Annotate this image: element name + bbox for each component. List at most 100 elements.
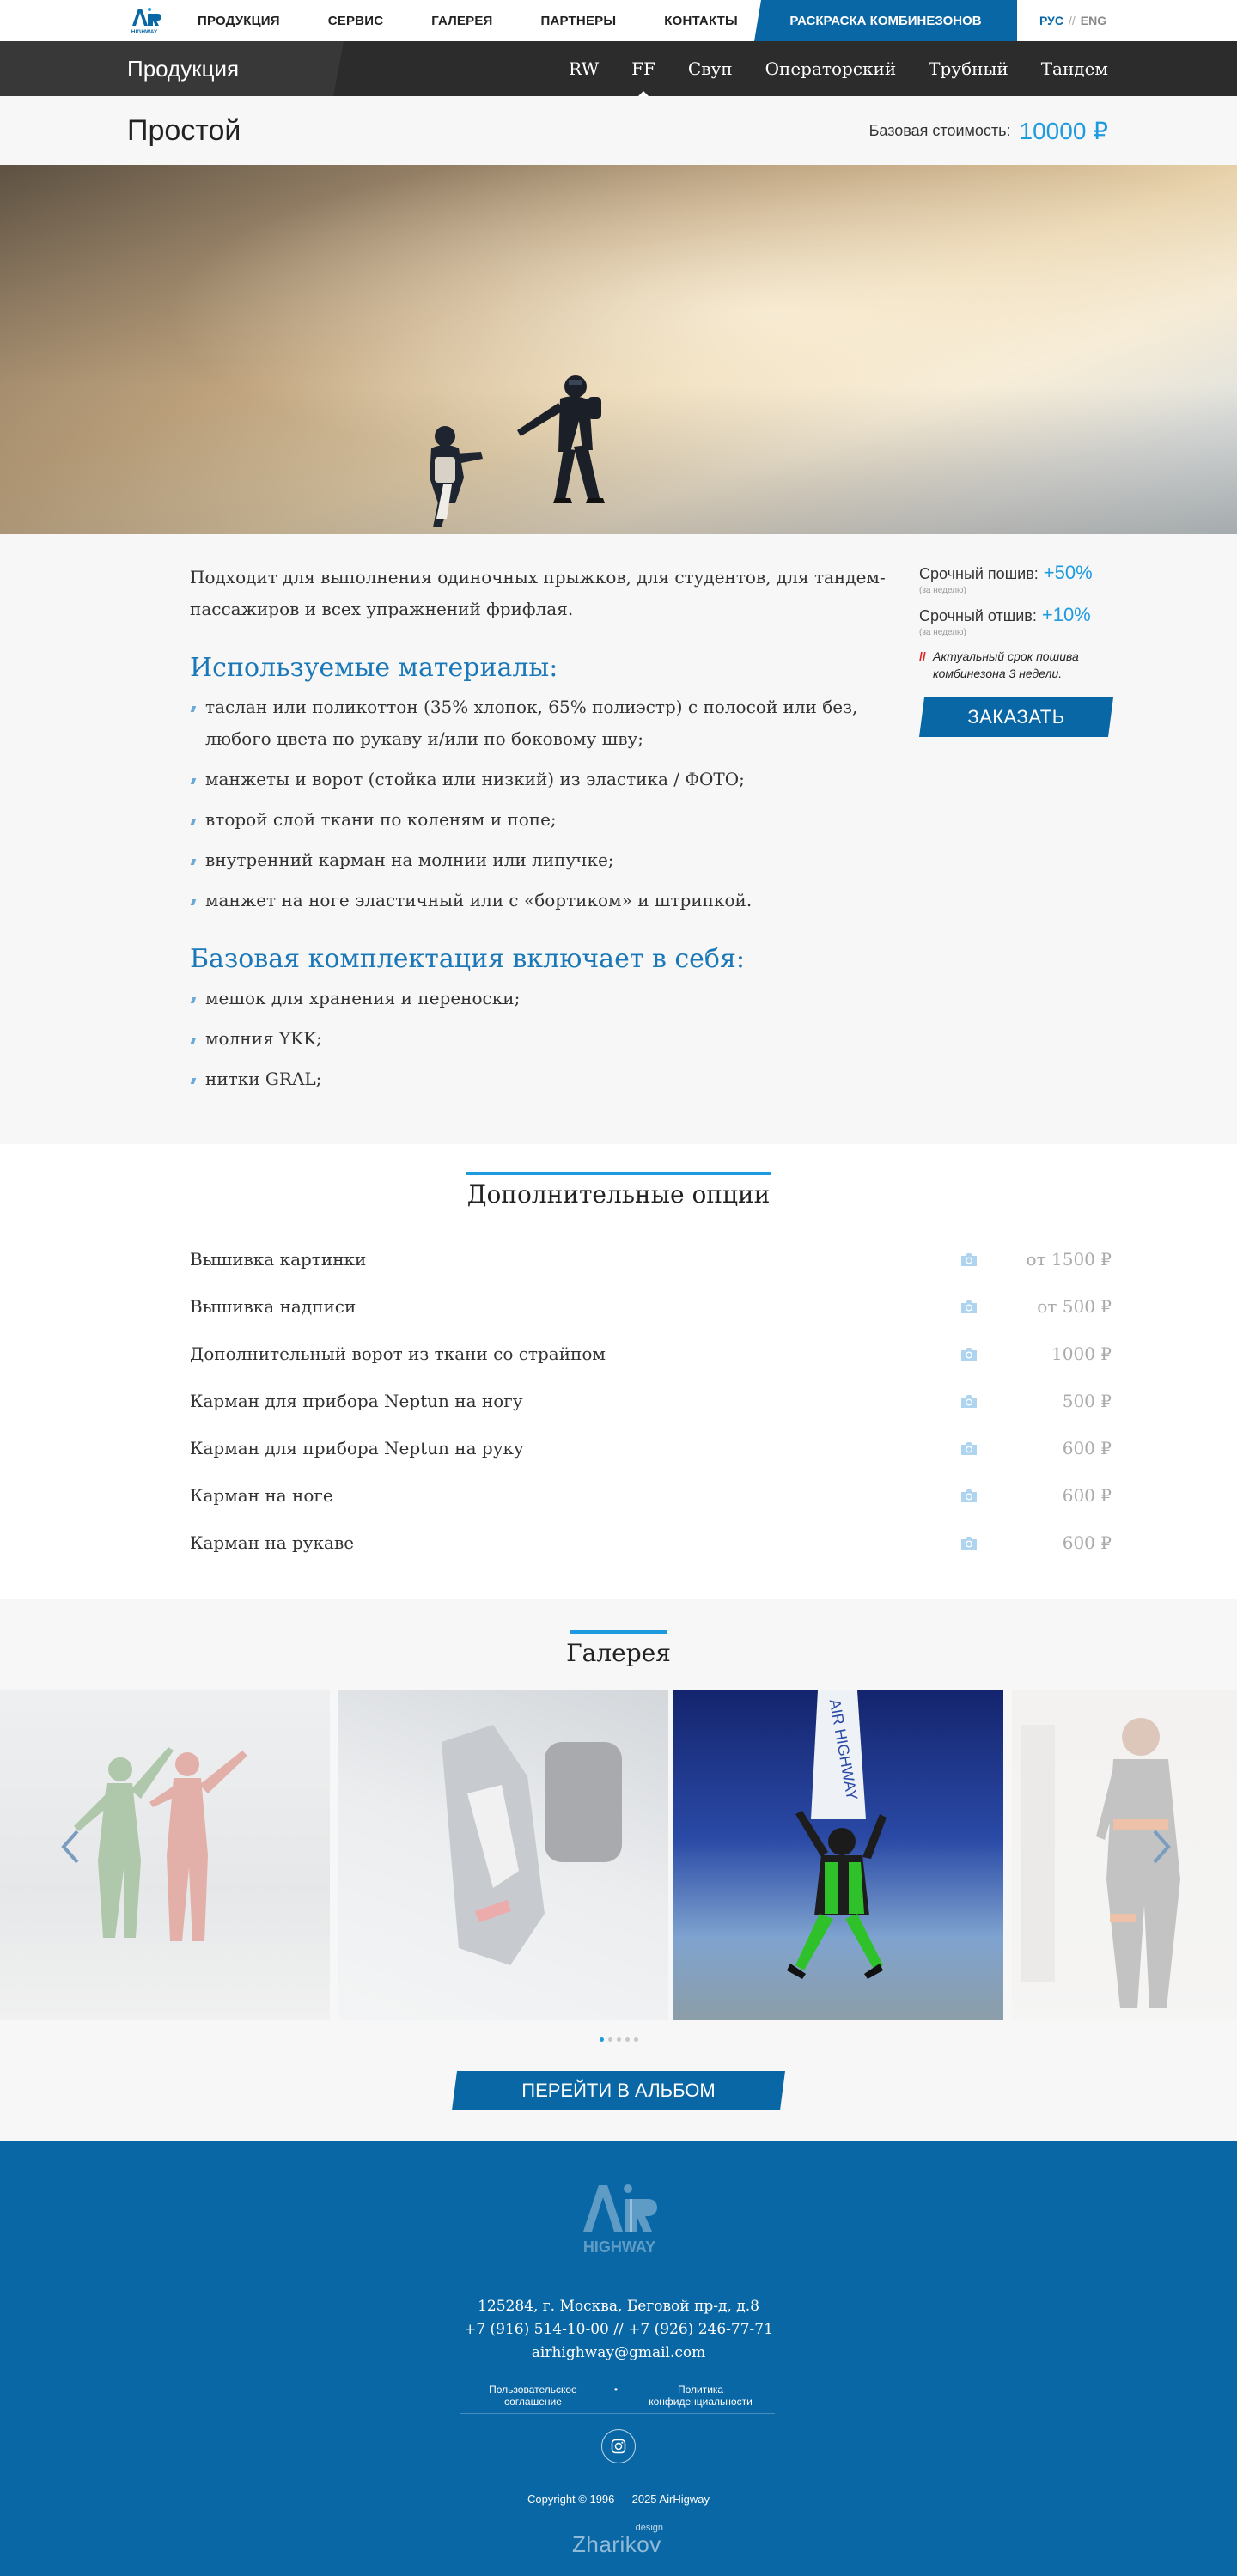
designer-credit[interactable]: design Zharikov (572, 2523, 667, 2557)
go-to-album-button[interactable]: ПЕРЕЙТИ В АЛЬБОМ (452, 2071, 785, 2110)
options-heading: Дополнительные опции (466, 1180, 771, 1209)
option-row: Карман для прибора Neptun на руку 600 ₽ (190, 1424, 1112, 1471)
nav-item-partners[interactable]: ПАРТНЕРЫ (541, 14, 617, 28)
camera-icon[interactable] (960, 1252, 978, 1267)
main-menu: ПРОДУКЦИЯ СЕРВИС ГАЛЕРЕЯ ПАРТНЕРЫ КОНТАК… (198, 0, 786, 41)
address: 125284, г. Москва, Беговой пр-д, д.8 (478, 2298, 759, 2315)
tab-swoop[interactable]: Свуп (688, 58, 733, 79)
tab-rw[interactable]: RW (569, 58, 599, 79)
option-price: 600 ₽ (1062, 1437, 1112, 1459)
list-item: манжеты и ворот (стойка или низкий) из э… (190, 764, 903, 795)
list-item: второй слой ткани по коленям и попе; (190, 804, 903, 836)
designer-name: Zharikov (572, 2531, 661, 2557)
chevron-right-icon[interactable] (1151, 1830, 1172, 1864)
gallery-slide[interactable] (0, 1690, 330, 2020)
product-title-row: Простой Базовая стоимость: 10000 ₽ (0, 96, 1237, 165)
price-label: Базовая стоимость: (868, 121, 1011, 139)
urgent-shipping: Срочный отшив: +10% (919, 604, 1112, 626)
camera-icon[interactable] (960, 1347, 978, 1361)
terms-link[interactable]: Пользовательское соглашение (460, 2384, 606, 2408)
camera-icon[interactable] (960, 1536, 978, 1550)
product-name: Простой (127, 113, 241, 147)
instagram-icon[interactable] (601, 2429, 636, 2463)
gallery-slide[interactable] (338, 1690, 668, 2020)
nav-item-suit-painting[interactable]: РАСКРАСКА КОМБИНЕЗОНОВ (754, 0, 1017, 41)
product-description: Подходит для выполнения одиночных прыжко… (0, 534, 1237, 1144)
logo-text: HIGHWAY (131, 29, 158, 35)
option-name: Вышивка надписи (190, 1295, 356, 1317)
hero-image (0, 165, 1237, 534)
chevron-left-icon[interactable] (60, 1830, 81, 1864)
option-price: 600 ₽ (1062, 1532, 1112, 1553)
order-sidebar: Срочный пошив: +50% (за неделю) Срочный … (919, 562, 1112, 737)
urgent-ship-value: +10% (1041, 604, 1091, 625)
language-switcher: РУС // ENG (1039, 0, 1106, 41)
nav-item-contacts[interactable]: КОНТАКТЫ (664, 14, 738, 28)
price-value: 10000 ₽ (1019, 117, 1108, 144)
option-price: от 1500 ₽ (1026, 1248, 1112, 1270)
camera-icon[interactable] (960, 1394, 978, 1409)
option-row: Дополнительный ворот из ткани со страйпо… (190, 1330, 1112, 1377)
contact-info: 125284, г. Москва, Беговой пр-д, д.8 +7 … (0, 2295, 1237, 2365)
notice-mark: // (919, 649, 926, 663)
option-row: Карман для прибора Neptun на ногу 500 ₽ (190, 1377, 1112, 1424)
urgent-ship-label: Срочный отшив: (919, 607, 1037, 624)
airhighway-logo[interactable]: HIGHWAY (127, 5, 161, 36)
nav-item-products[interactable]: ПРОДУКЦИЯ (198, 14, 280, 28)
carousel-dot[interactable] (616, 2037, 621, 2042)
kit-heading: Базовая комплектация включает в себя: (190, 944, 746, 974)
tab-tunnel[interactable]: Трубный (929, 58, 1008, 79)
intro-text: Подходит для выполнения одиночных прыжко… (190, 567, 886, 619)
list-item: внутренний карман на молнии или липучке; (190, 844, 903, 876)
nav-item-service[interactable]: СЕРВИС (328, 14, 384, 28)
phones[interactable]: +7 (916) 514-10-00 // +7 (926) 246-77-71 (0, 2318, 1237, 2342)
lang-separator: // (1068, 14, 1076, 27)
camera-icon[interactable] (960, 1489, 978, 1503)
heading-underline (570, 1630, 667, 1634)
tab-ff[interactable]: FF (631, 58, 655, 98)
urgent-sew-value: +50% (1043, 562, 1093, 583)
lead-time-notice: // Актуальный срок пошива комбинезона 3 … (919, 648, 1112, 682)
option-name: Карман для прибора Neptun на ногу (190, 1390, 523, 1411)
camera-icon[interactable] (960, 1300, 978, 1314)
carousel-dot[interactable] (625, 2037, 630, 2042)
tab-camera[interactable]: Операторский (765, 58, 897, 79)
privacy-link[interactable]: Политика конфиденциальности (626, 2384, 775, 2408)
copyright: Copyright © 1996 — 2025 AirHigway (527, 2493, 710, 2506)
order-button[interactable]: ЗАКАЗАТЬ (919, 697, 1113, 737)
gallery-heading-block: Галерея (0, 1630, 1237, 1667)
option-price: 1000 ₽ (1051, 1343, 1112, 1364)
heading-underline (466, 1172, 771, 1175)
kit-list: мешок для хранения и переноски; молния Y… (190, 983, 903, 1095)
carousel-dot[interactable] (633, 2037, 638, 2042)
list-item: нитки GRAL; (190, 1063, 903, 1095)
carousel-dot[interactable] (599, 2037, 604, 2042)
materials-list: таслан или поликоттон (35% хлопок, 65% п… (190, 691, 903, 917)
list-item: молния YKK; (190, 1023, 903, 1055)
footer: HIGHWAY 125284, г. Москва, Беговой пр-д,… (0, 2141, 1237, 2576)
gallery-carousel: AIR HIGHWAY (0, 1690, 1237, 2020)
options-heading-block: Дополнительные опции (0, 1172, 1237, 1209)
urgent-sew-note: (за неделю) (919, 586, 966, 595)
gallery-slide[interactable] (1012, 1690, 1237, 2020)
urgent-ship-note: (за неделю) (919, 628, 966, 637)
tab-tandem[interactable]: Тандем (1041, 58, 1108, 79)
carousel-dots (0, 2037, 1237, 2042)
email[interactable]: airhighway@gmail.com (0, 2342, 1237, 2365)
products-title: Продукция (127, 55, 240, 82)
gallery-slide-active[interactable]: AIR HIGHWAY (673, 1690, 1003, 2020)
footer-logo-text: HIGHWAY (583, 2238, 655, 2256)
lang-rus[interactable]: РУС (1039, 14, 1063, 27)
product-tabs: RW FF Свуп Операторский Трубный Тандем (536, 41, 1108, 98)
option-price: 500 ₽ (1062, 1390, 1112, 1411)
option-name: Карман на ноге (190, 1484, 333, 1506)
link-bullet: • (613, 2384, 618, 2396)
footer-logo[interactable]: HIGHWAY (575, 2177, 664, 2259)
options-list: Вышивка картинки от 1500 ₽ Вышивка надписи… (190, 1235, 1112, 1566)
top-navigation: HIGHWAY ПРОДУКЦИЯ СЕРВИС ГАЛЕРЕЯ ПАРТНЕР… (0, 0, 1237, 41)
camera-icon[interactable] (960, 1441, 978, 1456)
carousel-dot[interactable] (607, 2037, 612, 2042)
lang-eng[interactable]: ENG (1081, 14, 1106, 27)
nav-item-gallery[interactable]: ГАЛЕРЕЯ (431, 14, 492, 28)
gallery-section: Галерея AIR HIGHWAY ПЕРЕЙТИ В АЛЬБОМ (0, 1599, 1237, 2141)
